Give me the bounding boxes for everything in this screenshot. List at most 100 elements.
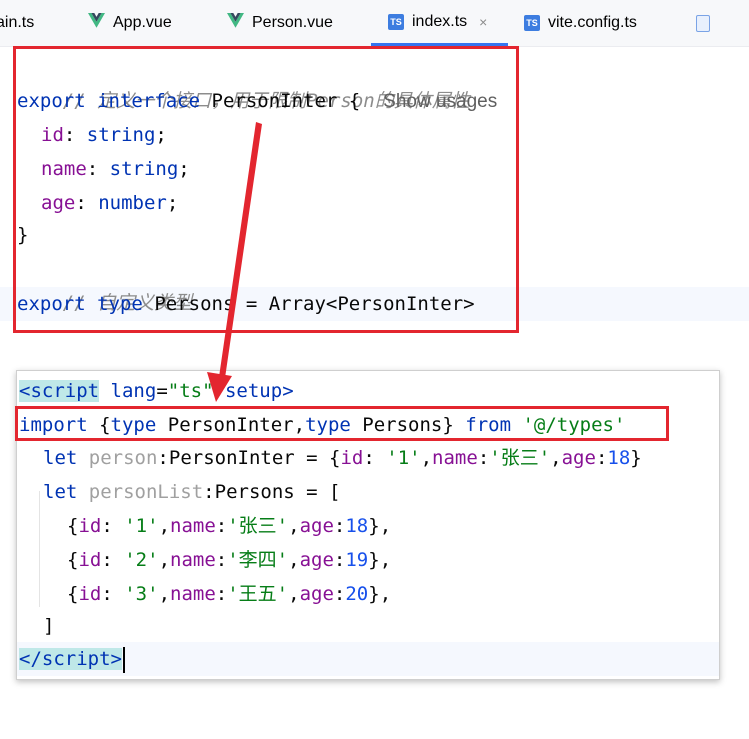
punctuation: : [215,583,228,605]
punctuation: : [101,549,125,571]
vue-file-icon [227,13,244,33]
punctuation: : [477,447,490,469]
keyword: let [43,481,78,503]
variable-name: personList [88,481,204,503]
text-caret [122,646,125,673]
attribute-value: "ts" [167,380,214,402]
keyword: let [43,447,78,469]
property: id [78,549,102,571]
property: id [340,447,364,469]
property: name [170,583,216,605]
code-line: let person:PersonInter = {id: '1',name:'… [43,441,642,475]
punctuation: , [158,515,171,537]
ts-file-icon: TS [524,15,540,31]
tab-label: App.vue [113,14,172,31]
close-icon[interactable]: × [479,14,487,30]
tag-bracket: > [110,648,122,670]
tab-index-ts[interactable]: TS index.ts × [371,0,508,46]
punctuation: }, [368,515,392,537]
ts-file-icon: TS [388,13,404,30]
string-literal: '2' [124,549,159,571]
indent-guide [39,491,40,607]
tab-main-ts[interactable]: ain.ts [0,0,34,46]
code-line: let personList:Persons = [ [43,475,340,509]
property: age [299,583,334,605]
tab-label: Person.vue [252,14,333,31]
punctuation: , [420,447,433,469]
string-literal: '1' [124,515,159,537]
property: name [170,515,216,537]
tag-bracket: < [19,380,31,402]
punctuation: : [215,549,228,571]
annotation-box-import [15,406,669,441]
punctuation: : [333,549,346,571]
punctuation: : [203,481,215,503]
tag-bracket: > [282,380,294,402]
code-line: <script lang="ts" setup> [19,374,294,408]
punctuation: { [67,549,79,571]
punctuation: : [157,447,169,469]
tab-label: ain.ts [0,14,35,31]
annotation-box-interface [13,46,519,333]
tab-vite-config-ts[interactable]: TS vite.config.ts [524,0,637,46]
property: age [561,447,596,469]
tab-person-vue[interactable]: Person.vue [227,0,333,46]
tab-app-vue[interactable]: App.vue [88,0,172,46]
string-literal: '张三' [227,515,289,537]
punctuation: }, [368,583,392,605]
vue-file-icon [88,13,105,33]
attribute-name: lang [110,380,157,402]
punctuation: : [363,447,387,469]
string-literal: '3' [124,583,159,605]
string-literal: '1' [386,447,421,469]
type-name: Persons [214,481,295,503]
punctuation: : [215,515,228,537]
code-line: </script> [19,642,125,676]
property: id [78,583,102,605]
punctuation: : [101,515,125,537]
type-name: PersonInter [168,447,295,469]
code-line: {id: '3',name:'王五',age:20}, [67,577,391,611]
punctuation: : [595,447,608,469]
number-literal: 20 [345,583,369,605]
string-literal: '张三' [489,447,551,469]
punctuation: , [158,583,171,605]
punctuation: { [67,515,79,537]
tab-overflow[interactable] [696,0,710,46]
property: age [299,549,334,571]
editor-tab-bar: ain.ts App.vue Person.vue TS index.ts × … [0,0,749,47]
punctuation: , [288,515,300,537]
code-line: {id: '1',name:'张三',age:18}, [67,509,391,543]
punctuation: : [101,583,125,605]
string-literal: '李四' [227,549,289,571]
punctuation: } [630,447,642,469]
code-line: {id: '2',name:'李四',age:19}, [67,543,391,577]
punctuation: }, [368,549,392,571]
code-line: ] [43,609,54,643]
property: age [299,515,334,537]
number-literal: 19 [345,549,369,571]
attribute-name: setup [224,380,283,402]
tag-bracket: </ [19,648,42,670]
punctuation: , [158,549,171,571]
property: id [78,515,102,537]
punctuation: , [550,447,562,469]
tab-label: vite.config.ts [548,14,637,31]
tab-label: index.ts [412,12,468,30]
tag-name: script [41,648,111,670]
tag-name: script [30,380,100,402]
property: name [170,549,216,571]
number-literal: 18 [607,447,631,469]
string-literal: '王五' [227,583,289,605]
property: name [432,447,478,469]
punctuation: = { [294,447,341,469]
number-literal: 18 [345,515,369,537]
file-icon [696,14,710,32]
punctuation: , [288,549,300,571]
punctuation: : [333,515,346,537]
punctuation: = [ [294,481,341,503]
punctuation: : [333,583,346,605]
punctuation: , [288,583,300,605]
punctuation: ] [43,615,55,637]
punctuation: { [67,583,79,605]
